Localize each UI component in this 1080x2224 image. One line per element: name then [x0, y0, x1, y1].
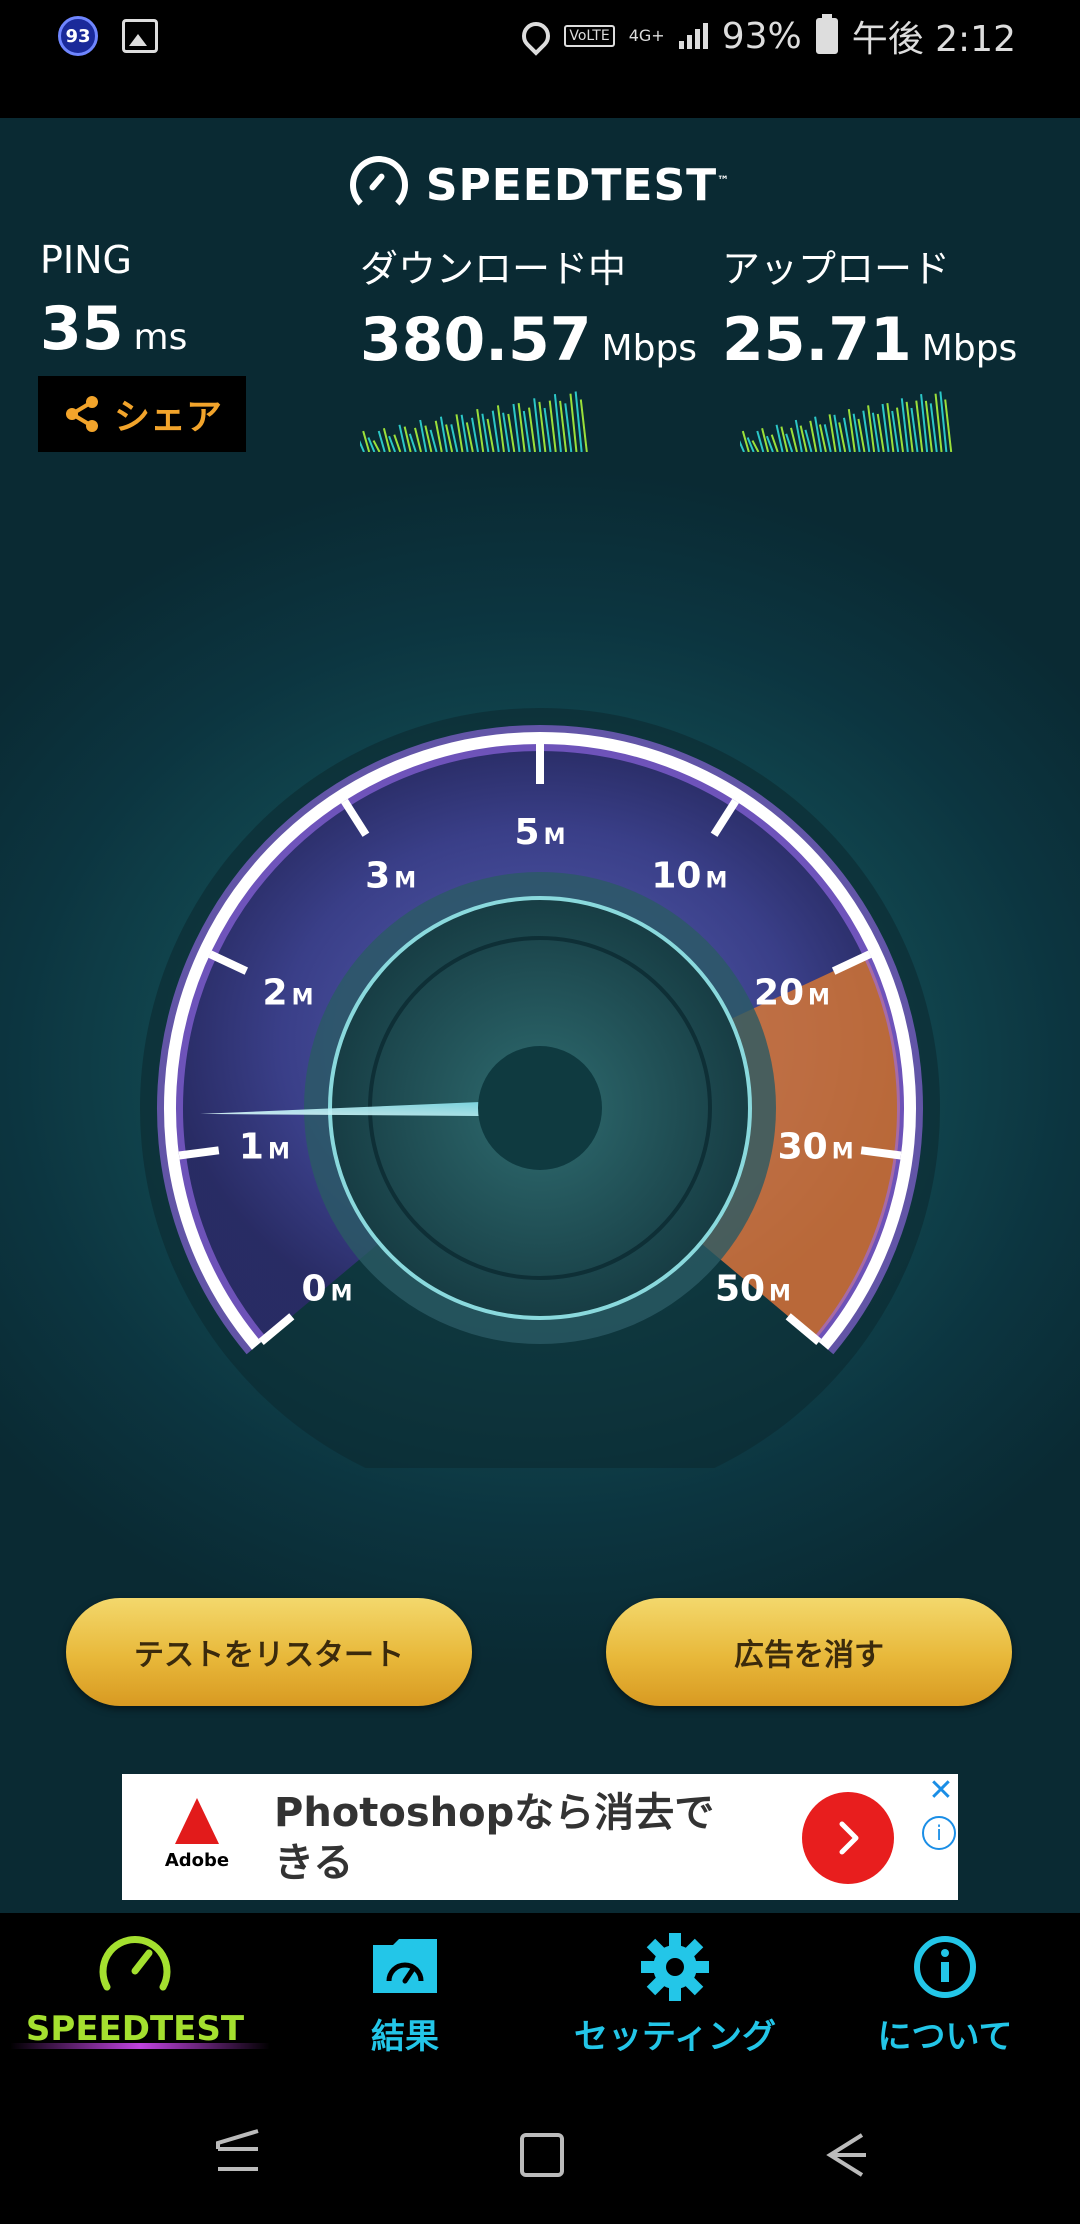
share-button[interactable]: シェア	[38, 376, 246, 452]
ping-value: 35	[40, 294, 124, 364]
ad-info-icon[interactable]: i	[922, 1816, 956, 1850]
info-icon	[914, 1936, 976, 1998]
upload-label: アップロード	[722, 247, 951, 291]
upload-value: 25.71	[722, 305, 912, 375]
ad-headline: Photoshopなら消去できる	[274, 1790, 715, 1886]
upload-unit: Mbps	[921, 328, 1018, 369]
gauge-tick-unit: M	[832, 1139, 854, 1164]
speed-gauge: 0 M1 M2 M3 M5 M10 M20 M30 M50 M	[140, 708, 940, 1468]
nav-label: について	[877, 2017, 1013, 2057]
battery-icon	[815, 14, 838, 54]
home-button[interactable]	[520, 2133, 564, 2177]
nav-results[interactable]: 結果	[270, 1913, 540, 2069]
nav-label: 結果	[371, 2017, 439, 2057]
gauge-tick-unit: M	[808, 986, 830, 1011]
download-graph	[360, 391, 588, 452]
remove-ads-button[interactable]: 広告を消す	[606, 1598, 1012, 1706]
share-label: シェア	[113, 397, 222, 438]
ping-unit: ms	[133, 317, 188, 358]
upload-graph	[740, 391, 953, 452]
ad-brand: Adobe	[164, 1850, 230, 1871]
ping-label: PING	[40, 238, 132, 282]
gauge-tick-unit: M	[394, 869, 416, 894]
clock: 午後 2:12	[851, 19, 1016, 60]
volte-icon: VoLTE	[564, 25, 615, 47]
ad-close-button[interactable]: ✕	[924, 1774, 958, 1808]
gauge-tick	[860, 1146, 902, 1160]
logo-text: SPEEDTEST	[425, 159, 718, 211]
system-nav-bar	[0, 2069, 1080, 2220]
ad-open-button[interactable]	[802, 1792, 894, 1884]
download-metric: ダウンロード中 380.57 Mbps	[360, 238, 697, 375]
ping-metric: PING 35 ms	[40, 238, 187, 364]
nav-about[interactable]: について	[810, 1913, 1080, 2069]
gauge-tick-unit: M	[769, 1282, 791, 1307]
restart-test-button[interactable]: テストをリスタート	[66, 1598, 472, 1706]
speedometer-logo-icon	[349, 156, 408, 214]
nav-label: セッティング	[574, 2017, 776, 2057]
download-value: 380.57	[360, 305, 592, 375]
location-icon	[516, 16, 557, 56]
gauge-tick-unit: M	[331, 1282, 353, 1307]
trademark: ™	[717, 172, 731, 187]
gear-icon	[641, 1933, 709, 2001]
gallery-icon	[122, 19, 158, 53]
recents-button[interactable]	[216, 2129, 259, 2171]
download-label: ダウンロード中	[360, 247, 627, 291]
download-unit: Mbps	[601, 328, 698, 369]
battery-percent: 93%	[721, 15, 802, 57]
speedtest-logo: SPEEDTEST™	[0, 156, 1080, 214]
speedtest-screen: SPEEDTEST™ PING 35 ms シェア ダウンロード中 380.57 M…	[0, 118, 1080, 1913]
gauge-tick-unit: M	[705, 869, 727, 894]
nav-settings[interactable]: セッティング	[540, 1913, 810, 2069]
gauge-tick-unit: M	[268, 1139, 290, 1164]
adobe-logo: Adobe	[152, 1798, 242, 1878]
nav-label: SPEEDTEST	[25, 2009, 245, 2049]
gauge-tick-unit: M	[544, 825, 566, 850]
chevron-right-icon	[839, 1821, 859, 1855]
network-type-icon: 4G+	[628, 26, 665, 45]
ad-banner[interactable]: Adobe Photoshopなら消去できる ✕ i	[122, 1774, 958, 1900]
results-folder-icon	[373, 1939, 437, 1993]
gauge-tick-unit: M	[292, 986, 314, 1011]
gauge-tick	[178, 1146, 220, 1160]
nav-speedtest[interactable]: SPEEDTEST	[0, 1913, 270, 2069]
status-bar: 93 VoLTE 4G+ 93% 午後 2:12	[0, 0, 1080, 118]
gauge-needle-hub	[478, 1046, 602, 1170]
signal-icon	[678, 23, 708, 49]
upload-metric: アップロード 25.71 Mbps	[722, 238, 1017, 375]
share-icon	[65, 396, 98, 432]
speedometer-icon	[99, 1936, 171, 1991]
notification-badge-icon: 93	[58, 16, 98, 56]
adobe-logo-icon	[175, 1798, 219, 1844]
bottom-nav: SPEEDTEST 結果 セッティング について	[0, 1913, 1080, 2069]
